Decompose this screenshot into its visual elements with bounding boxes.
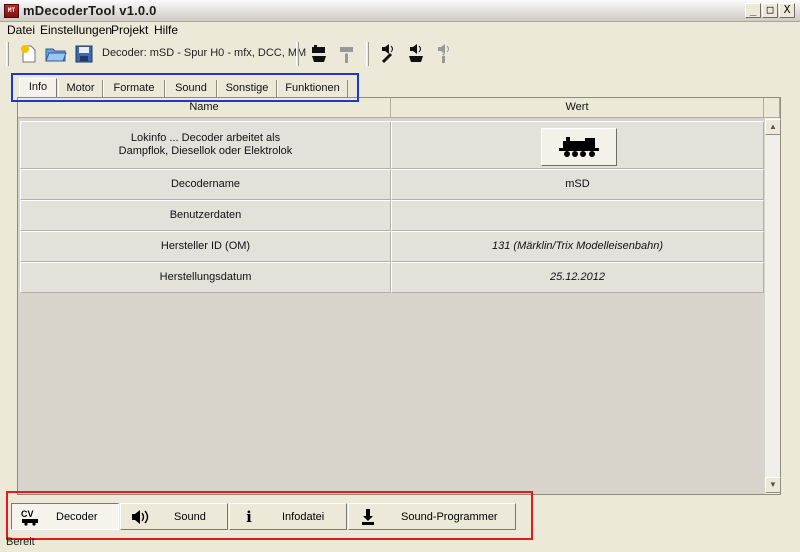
new-file-icon[interactable] <box>17 43 41 65</box>
scroll-down-button[interactable]: ▼ <box>765 477 781 493</box>
row-name: Decodername <box>20 169 391 200</box>
tab-formate[interactable]: Formate <box>103 80 165 98</box>
toolbar-grip[interactable] <box>6 42 9 66</box>
sound-programmer-button-label: Sound-Programmer <box>401 511 498 523</box>
decoder-button-label: Decoder <box>56 511 98 523</box>
row-name: Hersteller ID (OM) <box>20 231 391 262</box>
column-header-corner <box>764 98 780 118</box>
sound-button-label: Sound <box>174 511 206 523</box>
maximize-button[interactable]: □ <box>762 3 778 18</box>
toolbar-grip[interactable] <box>366 42 369 66</box>
close-button[interactable]: X <box>779 3 795 18</box>
row-value[interactable] <box>391 200 764 231</box>
scroll-up-button[interactable]: ▲ <box>765 119 781 135</box>
window-title: mDecoderTool v1.0.0 <box>23 3 157 18</box>
table-row[interactable]: Decodername mSD <box>20 169 764 200</box>
title-bar: MT mDecoderTool v1.0.0 _ □ X <box>0 0 800 22</box>
loco-type-button[interactable] <box>541 128 617 166</box>
status-bar: Bereit <box>0 536 800 552</box>
cv-loco-icon: CV <box>20 508 42 526</box>
column-header-wert[interactable]: Wert <box>391 98 764 118</box>
infodatei-button[interactable]: i Infodatei <box>229 503 347 530</box>
column-header-name[interactable]: Name <box>18 98 391 118</box>
info-icon: i <box>246 508 252 526</box>
row-value: mSD <box>391 169 764 200</box>
bottom-button-bar: CV Decoder Sound i Infodatei Sound-Progr… <box>0 500 800 536</box>
table-row[interactable]: Benutzerdaten <box>20 200 764 231</box>
sound-button[interactable]: Sound <box>120 503 228 530</box>
tab-funktionen[interactable]: Funktionen <box>277 80 348 98</box>
steam-loco-icon <box>559 137 599 157</box>
speaker-icon <box>129 508 151 526</box>
download-icon <box>357 508 379 526</box>
infodatei-button-label: Infodatei <box>282 511 325 523</box>
sound-write-icon[interactable] <box>404 43 428 65</box>
table-row[interactable]: Hersteller ID (OM) 131 (Märklin/Trix Mod… <box>20 231 764 262</box>
sound-tool-icon[interactable] <box>376 43 400 65</box>
svg-text:CV: CV <box>21 509 34 519</box>
minimize-button[interactable]: _ <box>745 3 761 18</box>
row-name: Herstellungsdatum <box>20 262 391 293</box>
tab-motor[interactable]: Motor <box>58 80 103 98</box>
toolbar: Decoder: mSD - Spur H0 - mfx, DCC, MM <box>0 39 800 69</box>
menu-einstellungen[interactable]: Einstellungen <box>40 23 112 37</box>
row-name: Benutzerdaten <box>20 200 391 231</box>
vertical-scrollbar[interactable]: ▲ ▼ <box>764 118 781 494</box>
toolbar-grip[interactable] <box>296 42 299 66</box>
row-value: 25.12.2012 <box>391 262 764 293</box>
status-text: Bereit <box>6 536 35 548</box>
menu-datei[interactable]: Datei <box>7 23 35 37</box>
row-name: Lokinfo ... Decoder arbeitet als Dampflo… <box>20 121 391 169</box>
row-value <box>391 121 764 169</box>
save-disk-icon[interactable] <box>72 43 96 65</box>
row-value: 131 (Märklin/Trix Modelleisenbahn) <box>391 231 764 262</box>
menu-projekt[interactable]: Projekt <box>111 23 148 37</box>
open-folder-icon[interactable] <box>44 43 68 65</box>
table-row[interactable]: Lokinfo ... Decoder arbeitet als Dampflo… <box>20 121 764 169</box>
sound-info-icon[interactable] <box>432 43 456 65</box>
menu-hilfe[interactable]: Hilfe <box>154 23 178 37</box>
loco-write-icon[interactable] <box>307 43 331 65</box>
info-table: Name Wert Lokinfo ... Decoder arbeitet a… <box>17 97 781 495</box>
app-icon: MT <box>4 4 19 18</box>
tab-sound[interactable]: Sound <box>165 80 217 98</box>
decoder-button[interactable]: CV Decoder <box>11 503 119 530</box>
tab-sonstige[interactable]: Sonstige <box>217 80 277 98</box>
sound-programmer-button[interactable]: Sound-Programmer <box>348 503 516 530</box>
table-row[interactable]: Herstellungsdatum 25.12.2012 <box>20 262 764 293</box>
tab-info[interactable]: Info <box>19 78 57 98</box>
menu-bar: Datei Einstellungen Projekt Hilfe <box>0 22 800 39</box>
decoder-label: Decoder: mSD - Spur H0 - mfx, DCC, MM <box>102 47 307 59</box>
loco-info-icon[interactable] <box>335 43 359 65</box>
